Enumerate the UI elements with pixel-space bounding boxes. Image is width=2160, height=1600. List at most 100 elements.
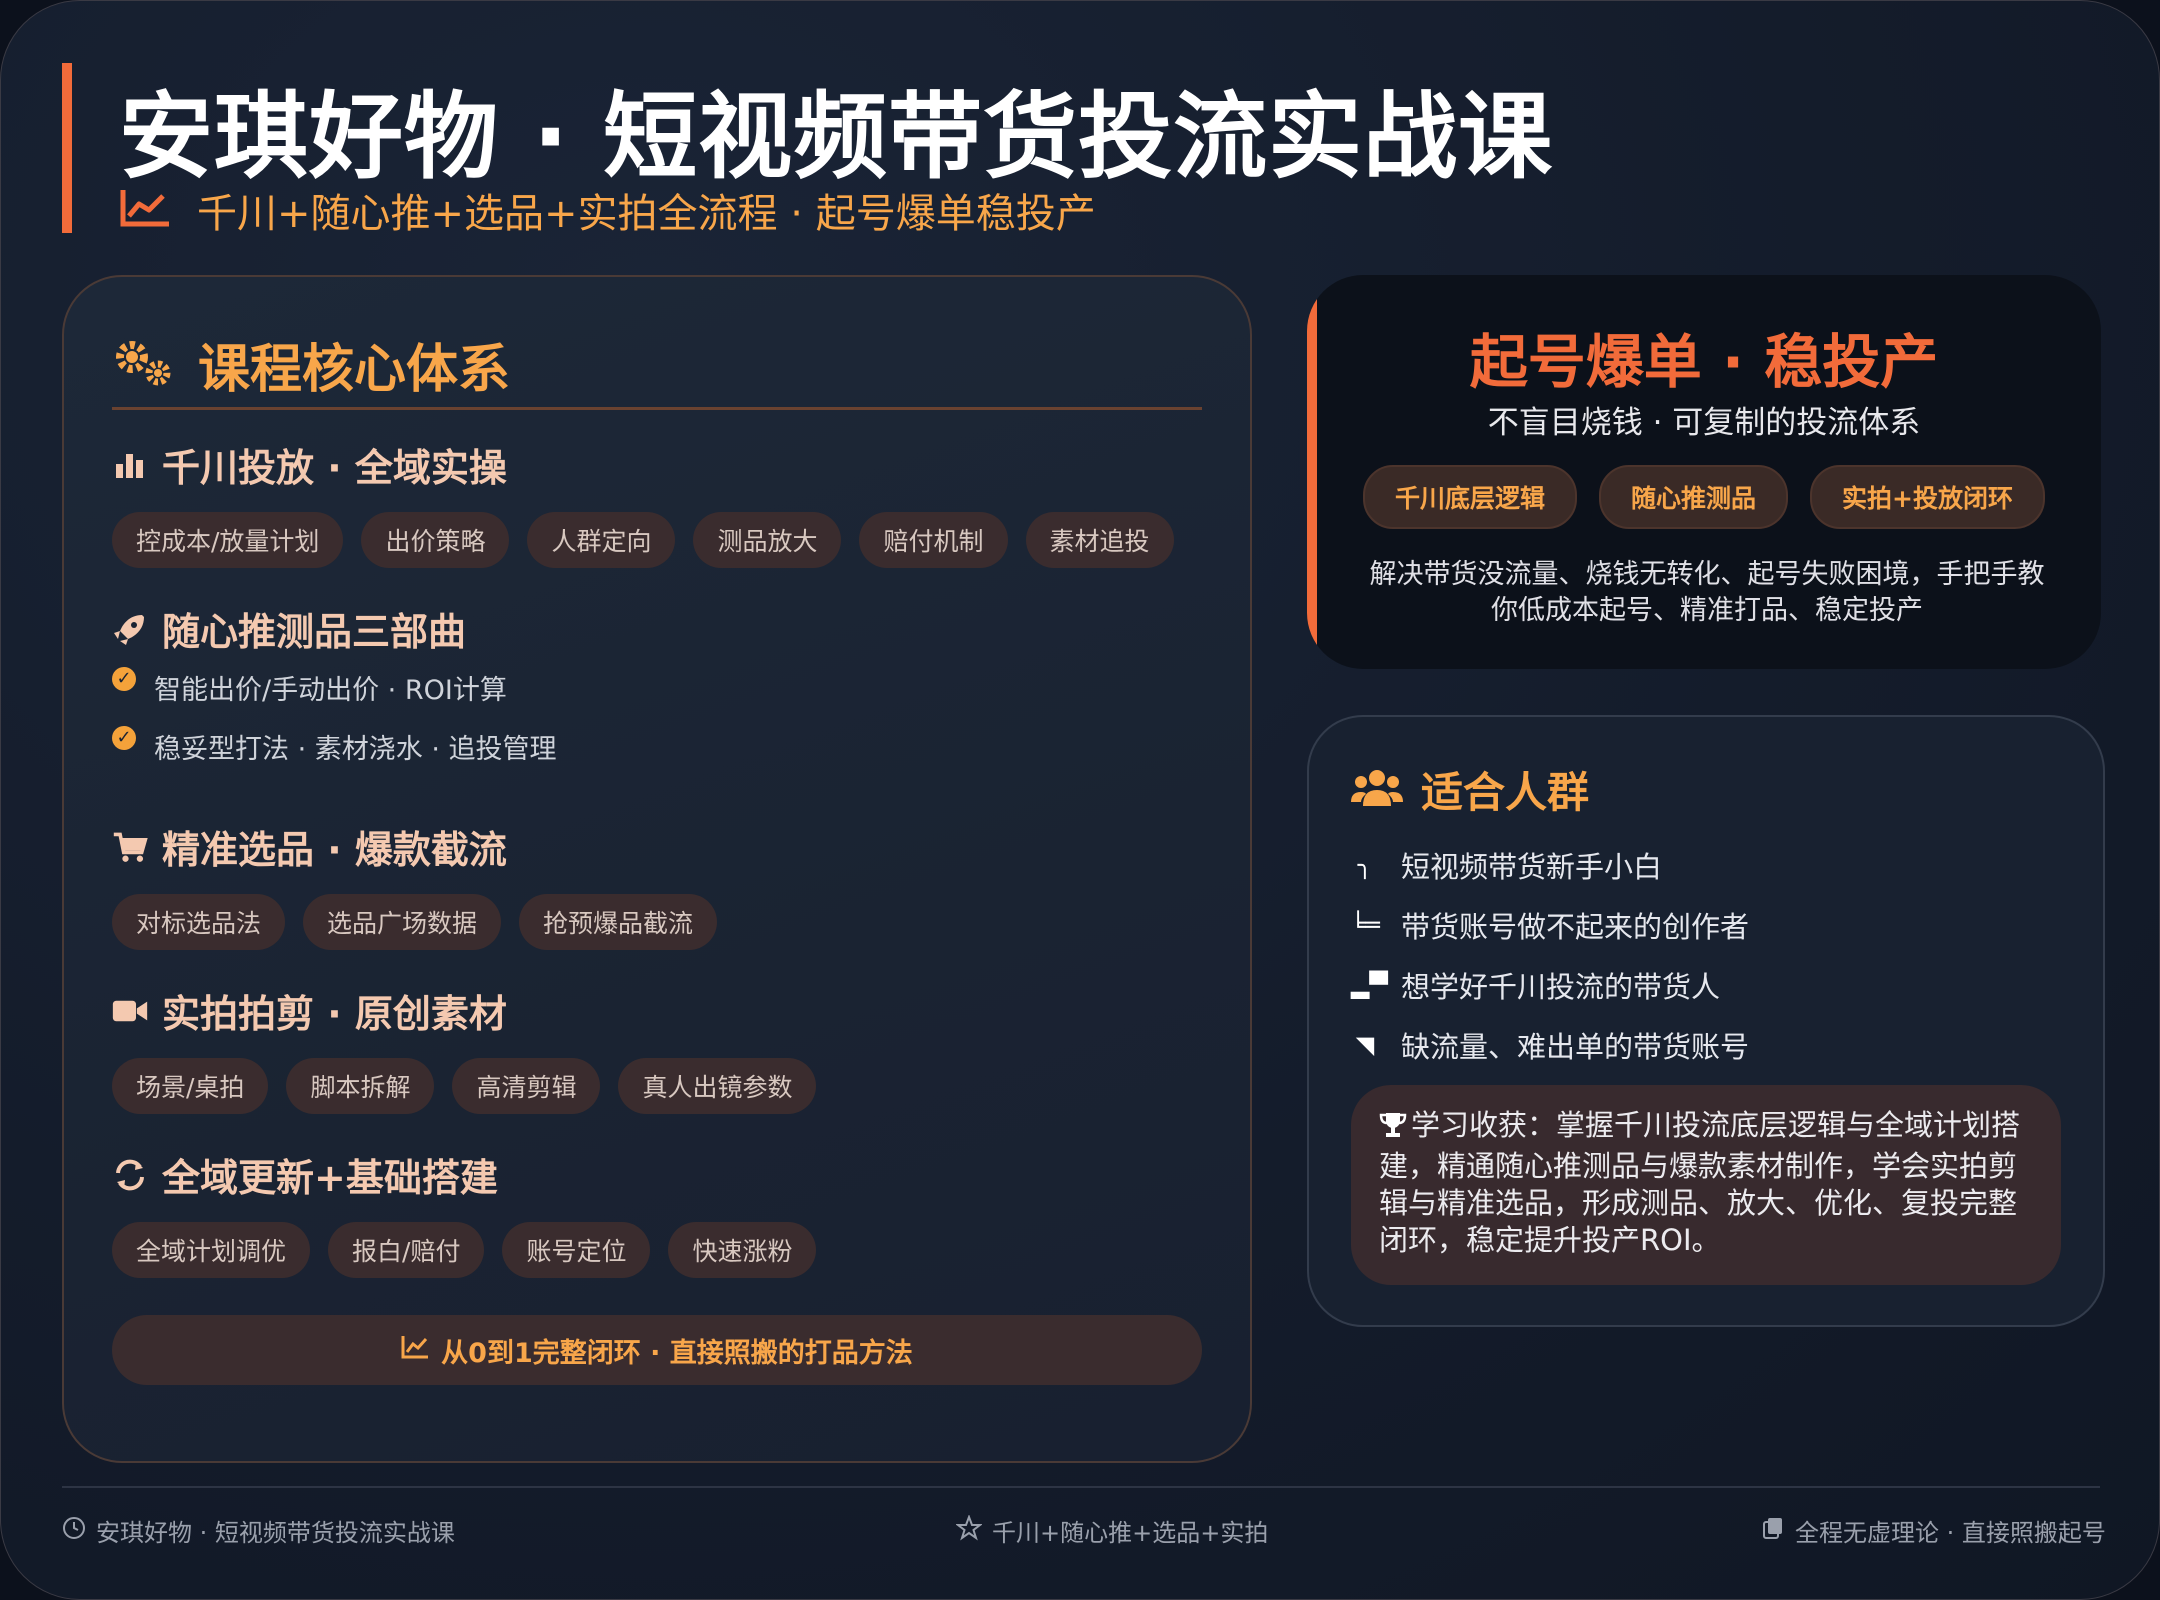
footer-left: 安琪好物 · 短视频带货投流实战课	[62, 1513, 455, 1548]
bullet-list: ✓ 智能出价/手动出价 · ROI计算 ✓ 稳妥型打法 · 素材浇水 · 追投管…	[112, 666, 557, 766]
footer-left-text: 安琪好物 · 短视频带货投流实战课	[96, 1519, 455, 1547]
highlight-badge: 实拍+投放闭环	[1810, 465, 2045, 529]
page-subtitle: 千川+随心推+选品+实拍全流程 · 起号爆单稳投产	[197, 191, 1096, 237]
highlight-badge: 千川底层逻辑	[1363, 465, 1578, 529]
core-system-card: 课程核心体系 千川投放 · 全域实操 控成本/放量计划 出价策略 人群定向 测品…	[62, 275, 1252, 1463]
chip: 赔付机制	[859, 512, 1008, 568]
core-system-title: 课程核心体系	[198, 340, 511, 400]
gears-icon	[112, 337, 176, 393]
cart-icon	[112, 829, 148, 865]
highlight-description: 解决带货没流量、烧钱无转化、起号失败困境，手把手教你低成本起号、精准打品、稳定投…	[1369, 559, 2045, 626]
section-qianchuan: 千川投放 · 全域实操 控成本/放量计划 出价策略 人群定向 测品放大 赔付机制…	[112, 437, 1174, 568]
chip: 出价策略	[361, 512, 510, 568]
subtitle-row: 千川+随心推+选品+实拍全流程 · 起号爆单稳投产	[119, 181, 1096, 239]
check-icon: ✓	[112, 725, 136, 750]
bullet-item: ✓ 稳妥型打法 · 素材浇水 · 追投管理	[112, 725, 557, 766]
footer-center-text: 千川+随心推+选品+实拍	[992, 1519, 1269, 1547]
section-quanyu-head: 全域更新+基础搭建	[112, 1147, 816, 1202]
audience-text: 想学好千川投流的带货人	[1401, 970, 1721, 1004]
audience-card: 适合人群 ╮ 短视频带货新手小白 ╘═ 带货账号做不起来的创作者 ▂▀ 想学好千…	[1307, 715, 2105, 1327]
chip: 测品放大	[693, 512, 842, 568]
chip-row: 控成本/放量计划 出价策略 人群定向 测品放大 赔付机制 素材追投	[112, 512, 1174, 568]
highlight-badges: 千川底层逻辑 随心推测品 实拍+投放闭环	[1307, 465, 2101, 529]
chip: 选品广场数据	[303, 894, 502, 950]
chip: 素材追投	[1025, 512, 1174, 568]
audience-mark: ╘═	[1351, 911, 1380, 939]
audience-mark: ◥	[1355, 1031, 1375, 1059]
check-icon: ✓	[112, 666, 136, 691]
highlight-title: 起号爆单 · 稳投产	[1469, 328, 1939, 396]
course-poster: 安琪好物 · 短视频带货投流实战课 千川+随心推+选品+实拍全流程 · 起号爆单…	[0, 0, 2160, 1600]
copy-icon	[1761, 1516, 1785, 1546]
trend-chart-icon	[401, 1335, 429, 1366]
chip-row: 场景/桌拍 脚本拆解 高清剪辑 真人出镜参数	[112, 1058, 817, 1114]
trophy-icon	[1379, 1111, 1407, 1148]
audience-title: 适合人群	[1421, 768, 1590, 817]
chip: 真人出镜参数	[618, 1058, 817, 1114]
section-shipai-head: 实拍拍剪 · 原创素材	[112, 983, 816, 1038]
chip: 快速涨粉	[668, 1222, 817, 1278]
section-title: 实拍拍剪 · 原创素材	[162, 992, 507, 1036]
highlight-subtitle: 不盲目烧钱 · 可复制的投流体系	[1487, 405, 1921, 441]
chip: 报白/赔付	[328, 1222, 485, 1278]
section-xuanpin-head: 精准选品 · 爆款截流	[112, 819, 717, 874]
chip: 全域计划调优	[112, 1222, 311, 1278]
section-title: 随心推测品三部曲	[162, 610, 467, 654]
core-system-divider	[112, 407, 1202, 410]
chip-row: 对标选品法 选品广场数据 抢预爆品截流	[112, 894, 718, 950]
footer-center: 千川+随心推+选品+实拍	[955, 1513, 1269, 1548]
section-title: 千川投放 · 全域实操	[162, 446, 507, 490]
audience-item: ╘═ 带货账号做不起来的创作者	[1351, 895, 1749, 955]
bullet-item: ✓ 智能出价/手动出价 · ROI计算	[112, 666, 557, 707]
learning-gain-text: 学习收获：掌握千川投流底层逻辑与全域计划搭建，精通随心推测品与爆款素材制作，学会…	[1379, 1108, 2021, 1257]
footer-right: 全程无虚理论 · 直接照搬起号	[1761, 1513, 2106, 1548]
title-accent-bar	[62, 63, 72, 233]
closed-loop-text: 从0到1完整闭环 · 直接照搬的打品方法	[441, 1337, 913, 1369]
learning-gain-box: 学习收获：掌握千川投流底层逻辑与全域计划搭建，精通随心推测品与爆款素材制作，学会…	[1351, 1085, 2061, 1285]
footer-right-text: 全程无虚理论 · 直接照搬起号	[1795, 1519, 2106, 1547]
audience-mark: ▂▀	[1351, 971, 1388, 999]
closed-loop-banner: 从0到1完整闭环 · 直接照搬的打品方法	[112, 1315, 1202, 1385]
section-shipai: 实拍拍剪 · 原创素材 场景/桌拍 脚本拆解 高清剪辑 真人出镜参数	[112, 983, 817, 1114]
highlight-card: 起号爆单 · 稳投产 不盲目烧钱 · 可复制的投流体系 千川底层逻辑 随心推测品…	[1307, 275, 2101, 669]
section-quanyu: 全域更新+基础搭建 全域计划调优 报白/赔付 账号定位 快速涨粉	[112, 1147, 817, 1278]
section-xuanpin: 精准选品 · 爆款截流 对标选品法 选品广场数据 抢预爆品截流	[112, 819, 718, 950]
section-suixintui: 随心推测品三部曲 ✓ 智能出价/手动出价 · ROI计算 ✓ 稳妥型打法 · 素…	[112, 601, 557, 786]
chip: 抢预爆品截流	[519, 894, 718, 950]
chip: 控成本/放量计划	[112, 512, 344, 568]
star-icon	[955, 1513, 983, 1547]
video-camera-icon	[112, 993, 148, 1029]
audience-item: ╮ 短视频带货新手小白	[1351, 835, 1749, 895]
footer-divider	[62, 1486, 2100, 1488]
audience-header: 适合人群	[1351, 759, 1589, 820]
chip: 场景/桌拍	[112, 1058, 269, 1114]
learning-gain: 学习收获：掌握千川投流底层逻辑与全域计划搭建，精通随心推测品与爆款素材制作，学会…	[1379, 1107, 2039, 1259]
chip: 对标选品法	[112, 894, 286, 950]
audience-list: ╮ 短视频带货新手小白 ╘═ 带货账号做不起来的创作者 ▂▀ 想学好千川投流的带…	[1351, 835, 1749, 1075]
audience-text: 缺流量、难出单的带货账号	[1401, 1030, 1750, 1064]
chip: 人群定向	[527, 512, 676, 568]
highlight-badge: 随心推测品	[1599, 465, 1789, 529]
audience-item: ◥ 缺流量、难出单的带货账号	[1351, 1015, 1749, 1075]
chip: 账号定位	[502, 1222, 651, 1278]
audience-mark: ╮	[1357, 851, 1373, 879]
bullet-text: 智能出价/手动出价 · ROI计算	[154, 675, 507, 706]
refresh-icon	[112, 1157, 148, 1193]
users-icon	[1351, 768, 1403, 812]
clock-icon	[62, 1516, 86, 1546]
section-qianchuan-head: 千川投放 · 全域实操	[112, 437, 1174, 492]
audience-text: 短视频带货新手小白	[1401, 850, 1663, 884]
section-suixintui-head: 随心推测品三部曲	[112, 601, 557, 656]
chip-row: 全域计划调优 报白/赔付 账号定位 快速涨粉	[112, 1222, 817, 1278]
chip: 脚本拆解	[286, 1058, 435, 1114]
audience-item: ▂▀ 想学好千川投流的带货人	[1351, 955, 1749, 1015]
bar-chart-icon	[112, 447, 148, 483]
core-system-header: 课程核心体系	[112, 327, 510, 402]
audience-text: 带货账号做不起来的创作者	[1401, 910, 1750, 944]
page-title: 安琪好物 · 短视频带货投流实战课	[119, 83, 1554, 192]
rocket-icon	[112, 611, 148, 647]
trend-chart-icon	[119, 188, 171, 232]
section-title: 精准选品 · 爆款截流	[162, 828, 507, 872]
section-title: 全域更新+基础搭建	[162, 1156, 498, 1200]
bullet-text: 稳妥型打法 · 素材浇水 · 追投管理	[154, 734, 557, 765]
